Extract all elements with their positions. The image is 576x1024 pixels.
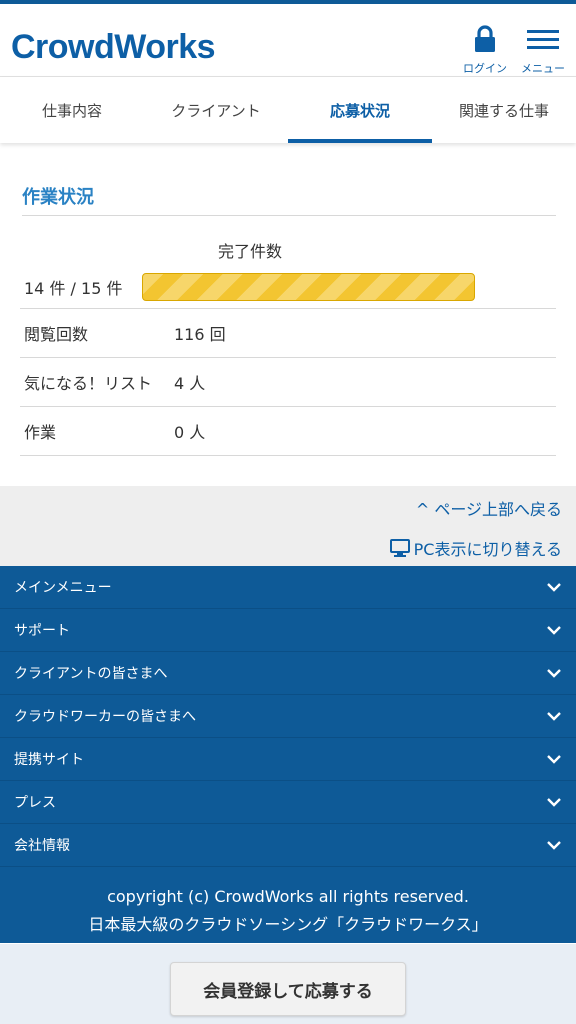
copyright-tagline: 日本最大級のクラウドソーシング「クラウドワークス」 [88, 915, 488, 934]
stat-row-working: 作業 0 人 [20, 407, 556, 456]
footer-menu-label: プレス [14, 795, 56, 811]
stat-value: 116 回 [174, 325, 226, 344]
footer-menu: メインメニュー サポート クライアントの皆さまへ クラウドワーカーの皆さまへ 提… [0, 566, 576, 943]
completion-count: 14 件 / 15 件 [24, 279, 123, 298]
chevron-down-icon [547, 841, 561, 850]
footer-menu-support[interactable]: サポート [0, 609, 576, 652]
chevron-down-icon [547, 712, 561, 721]
pc-view-link[interactable]: PC表示に切り替える [389, 536, 562, 560]
stat-label: 閲覧回数 [24, 325, 89, 344]
hamburger-menu-icon [527, 30, 559, 49]
tab-related-jobs[interactable]: 関連する仕事 [432, 77, 576, 143]
login-button[interactable]: ログイン [461, 24, 509, 76]
footer-menu-label: クライアントの皆さまへ [14, 666, 168, 682]
menu-button[interactable]: メニュー [519, 24, 567, 76]
stat-row-views: 閲覧回数 116 回 [20, 309, 556, 358]
completion-progress-bar [142, 273, 475, 301]
footer-menu-label: 会社情報 [14, 838, 70, 854]
crowdworks-logo[interactable]: CrowdWorks [11, 28, 216, 66]
chevron-down-icon [547, 626, 561, 635]
footer-menu-label: メインメニュー [14, 580, 112, 596]
stat-value: 0 人 [174, 423, 206, 442]
register-and-apply-button[interactable]: 会員登録して応募する [170, 962, 406, 1016]
footer-menu-partner-sites[interactable]: 提携サイト [0, 738, 576, 781]
work-status-section: 作業状況 完了件数 14 件 / 15 件 閲覧回数 116 回 気になる！リス… [0, 183, 576, 456]
lock-icon [475, 25, 495, 52]
chevron-down-icon [547, 755, 561, 764]
completion-row: 14 件 / 15 件 [20, 266, 556, 309]
back-to-top-label: ページ上部へ戻る [434, 500, 562, 519]
tab-job-details[interactable]: 仕事内容 [0, 77, 144, 143]
chevron-down-icon [547, 798, 561, 807]
footer-menu-label: 提携サイト [14, 752, 84, 768]
back-to-top-link[interactable]: ^ ページ上部へ戻る [416, 496, 562, 520]
chevron-down-icon [547, 583, 561, 592]
stat-row-watchlist: 気になる！リスト 4 人 [20, 358, 556, 407]
sticky-cta-bar: 会員登録して応募する [0, 944, 576, 1024]
tab-application-status[interactable]: 応募状況 [288, 77, 432, 143]
completion-label: 完了件数 [217, 242, 282, 261]
footer-menu-company[interactable]: 会社情報 [0, 824, 576, 867]
pc-view-label: PC表示に切り替える [413, 540, 562, 559]
job-tabs: 仕事内容 クライアント 応募状況 関連する仕事 [0, 77, 576, 143]
tab-client[interactable]: クライアント [144, 77, 288, 143]
stat-label: 作業 [24, 423, 57, 442]
footer-menu-main[interactable]: メインメニュー [0, 566, 576, 609]
monitor-icon [389, 539, 410, 557]
section-title: 作業状況 [22, 183, 556, 216]
footer-menu-press[interactable]: プレス [0, 781, 576, 824]
footer-menu-workers[interactable]: クラウドワーカーの皆さまへ [0, 695, 576, 738]
menu-label: メニュー [521, 62, 565, 75]
chevron-down-icon [547, 669, 561, 678]
footer-menu-label: サポート [14, 623, 70, 639]
site-header: CrowdWorks ログイン メニュー [0, 4, 576, 77]
footer-menu-label: クラウドワーカーの皆さまへ [14, 709, 196, 725]
copyright: copyright (c) CrowdWorks all rights rese… [0, 867, 576, 943]
chevron-up-icon: ^ [415, 500, 435, 519]
page-links-area: ^ ページ上部へ戻る PC表示に切り替える [0, 486, 576, 566]
copyright-line: copyright (c) CrowdWorks all rights rese… [107, 887, 469, 906]
stat-label: 気になる！リスト [24, 374, 153, 393]
footer-menu-clients[interactable]: クライアントの皆さまへ [0, 652, 576, 695]
login-label: ログイン [463, 62, 507, 75]
stat-value: 4 人 [174, 374, 206, 393]
